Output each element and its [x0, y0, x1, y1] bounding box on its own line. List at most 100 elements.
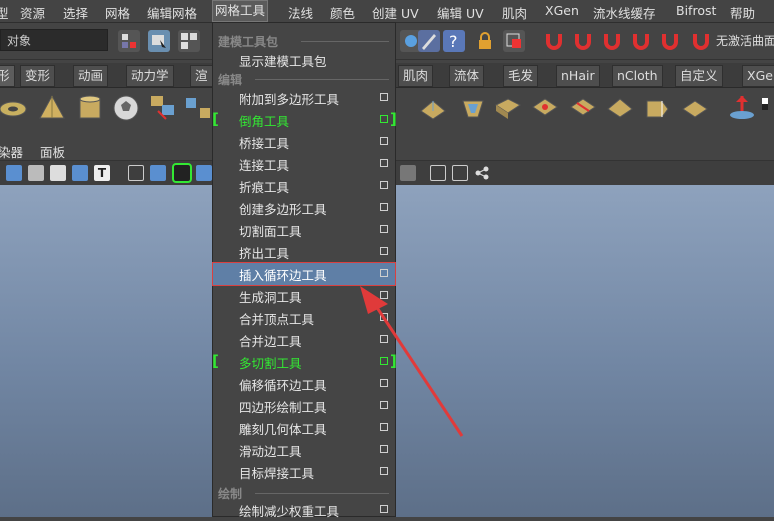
magnet-snap-point-icon[interactable] [601, 30, 623, 52]
split-shape-icon[interactable] [568, 93, 598, 123]
shelf-tab-animation[interactable]: 动画 [73, 65, 109, 87]
grid-display-icon[interactable] [50, 165, 66, 181]
menu-modeling[interactable]: 型 [0, 3, 9, 22]
panel-menu-panels[interactable]: 面板 [40, 142, 65, 161]
object-field[interactable]: 对象 [0, 29, 108, 51]
separate-icon[interactable] [183, 93, 213, 123]
option-box-icon[interactable] [380, 445, 388, 453]
plane-shape-icon[interactable] [680, 93, 710, 123]
option-box-icon[interactable] [380, 269, 388, 277]
menu-make-hole-tool[interactable]: 生成洞工具 [213, 285, 395, 307]
magnet-snap-grid-icon[interactable] [543, 30, 565, 52]
menu-append-to-polygon-tool[interactable]: 附加到多边形工具 [213, 87, 395, 109]
lights-icon[interactable] [72, 165, 88, 181]
extrude-shape-icon[interactable] [458, 93, 488, 123]
lock-icon[interactable] [474, 30, 496, 52]
camera-select-icon[interactable] [400, 165, 416, 181]
menu-help[interactable]: 帮助 [730, 3, 755, 22]
option-box-icon[interactable] [380, 423, 388, 431]
shelf-tab-deform[interactable]: 变形 [20, 65, 56, 87]
menu-select[interactable]: 选择 [63, 3, 88, 22]
wireframe-cube-icon[interactable] [128, 165, 144, 181]
resolution-gate-icon[interactable] [430, 165, 446, 181]
menu-crease-tool[interactable]: 折痕工具 [213, 175, 395, 197]
shelf-tab-ncloth[interactable]: nCloth [612, 65, 663, 87]
shelf-tab-fur[interactable]: 毛发 [503, 65, 539, 87]
select-hierarchy-icon[interactable] [118, 30, 140, 52]
option-box-icon[interactable] [380, 159, 388, 167]
menu-merge-edge-tool[interactable]: 合并边工具 [213, 329, 395, 351]
select-component-icon[interactable] [178, 30, 200, 52]
menu-show-modeling-toolkit[interactable]: 显示建模工具包 [213, 49, 395, 71]
magnet-snap-curve-icon[interactable] [572, 30, 594, 52]
xray-cube-icon[interactable] [172, 163, 192, 183]
bevel-shape-icon[interactable] [418, 93, 448, 123]
option-box-icon[interactable] [380, 181, 388, 189]
axis-manipulator-icon[interactable] [727, 93, 757, 123]
film-gate-icon[interactable] [452, 165, 468, 181]
menu-quad-draw-tool[interactable]: 四边形绘制工具 [213, 395, 395, 417]
bridge-shape-icon[interactable] [493, 93, 523, 123]
menu-create-polygon-tool[interactable]: 创建多边形工具 [213, 197, 395, 219]
option-box-icon[interactable] [380, 203, 388, 211]
option-box-icon[interactable] [380, 357, 388, 365]
option-box-icon[interactable] [380, 93, 388, 101]
textures-icon[interactable]: T [94, 165, 110, 181]
menu-mesh-tools[interactable]: 网格工具 [211, 0, 269, 22]
option-box-icon[interactable] [380, 335, 388, 343]
menu-extrude-tool[interactable]: 挤出工具 [213, 241, 395, 263]
menu-muscle[interactable]: 肌肉 [502, 3, 527, 22]
option-box-icon[interactable] [380, 115, 388, 123]
menu-color[interactable]: 颜色 [330, 3, 355, 22]
menu-paint-reduce-weights-tool[interactable]: 绘制减少权重工具 [213, 499, 395, 521]
option-box-icon[interactable] [380, 401, 388, 409]
shelf-tab-dynamics[interactable]: 动力学 [126, 65, 174, 87]
sphere-shaded-icon[interactable] [6, 165, 22, 181]
menu-bifrost[interactable]: Bifrost [676, 3, 716, 18]
option-box-icon[interactable] [380, 379, 388, 387]
option-box-icon[interactable] [380, 225, 388, 233]
menu-offset-edge-loop-tool[interactable]: 偏移循环边工具 [213, 373, 395, 395]
chamfer-shape-icon[interactable] [642, 93, 672, 123]
menu-multi-cut-tool[interactable]: [ 多切割工具 ] [212, 351, 397, 373]
menu-assets[interactable]: 资源 [20, 3, 45, 22]
combine-icon[interactable] [148, 93, 178, 123]
menu-insert-edge-loop-tool[interactable]: 插入循环边工具 [212, 262, 396, 286]
menu-merge-vertex-tool[interactable]: 合并顶点工具 [213, 307, 395, 329]
menu-normals[interactable]: 法线 [288, 3, 313, 22]
shelf-tab-fluids[interactable]: 流体 [449, 65, 485, 87]
option-box-icon[interactable] [380, 291, 388, 299]
shelf-tab-modeling[interactable]: 形 [0, 65, 15, 87]
append-shape-icon[interactable] [530, 93, 560, 123]
menu-bridge-tool[interactable]: 桥接工具 [213, 131, 395, 153]
shaded-cube-icon[interactable] [150, 165, 166, 181]
select-object-icon[interactable] [148, 30, 170, 52]
magnet-live-icon[interactable] [690, 30, 712, 52]
shelf-tab-xgen[interactable]: XGe [742, 65, 774, 87]
share-icon[interactable] [474, 165, 490, 181]
magnet-snap-view-icon[interactable] [630, 30, 652, 52]
menu-xgen[interactable]: XGen [545, 3, 579, 18]
sphere-wire-icon[interactable] [28, 165, 44, 181]
menu-create-uv[interactable]: 创建 UV [372, 3, 419, 22]
help-question-icon[interactable]: ? [443, 30, 465, 52]
menu-cut-faces-tool[interactable]: 切割面工具 [213, 219, 395, 241]
menu-edit-mesh[interactable]: 编辑网格 [147, 3, 197, 22]
menu-sculpt-geometry-tool[interactable]: 雕刻几何体工具 [213, 417, 395, 439]
option-box-icon[interactable] [380, 313, 388, 321]
menu-mesh[interactable]: 网格 [105, 3, 130, 22]
magnet-snap-surface-icon[interactable] [659, 30, 681, 52]
brush-icon[interactable] [418, 30, 440, 52]
checker-icon[interactable] [762, 93, 774, 123]
menu-pipeline-cache[interactable]: 流水线缓存 [593, 3, 656, 22]
menu-target-weld-tool[interactable]: 目标焊接工具 [213, 461, 395, 483]
menu-connect-tool[interactable]: 连接工具 [213, 153, 395, 175]
menu-bevel-tool[interactable]: [ 倒角工具 ] [212, 109, 397, 131]
panel-menu-renderer[interactable]: 染器 [0, 142, 23, 161]
shelf-tab-custom[interactable]: 自定义 [675, 65, 723, 87]
option-box-icon[interactable] [380, 247, 388, 255]
option-box-icon[interactable] [380, 137, 388, 145]
shelf-tab-nhair[interactable]: nHair [556, 65, 600, 87]
menu-edit-uv[interactable]: 编辑 UV [437, 3, 484, 22]
option-box-icon[interactable] [380, 505, 388, 513]
